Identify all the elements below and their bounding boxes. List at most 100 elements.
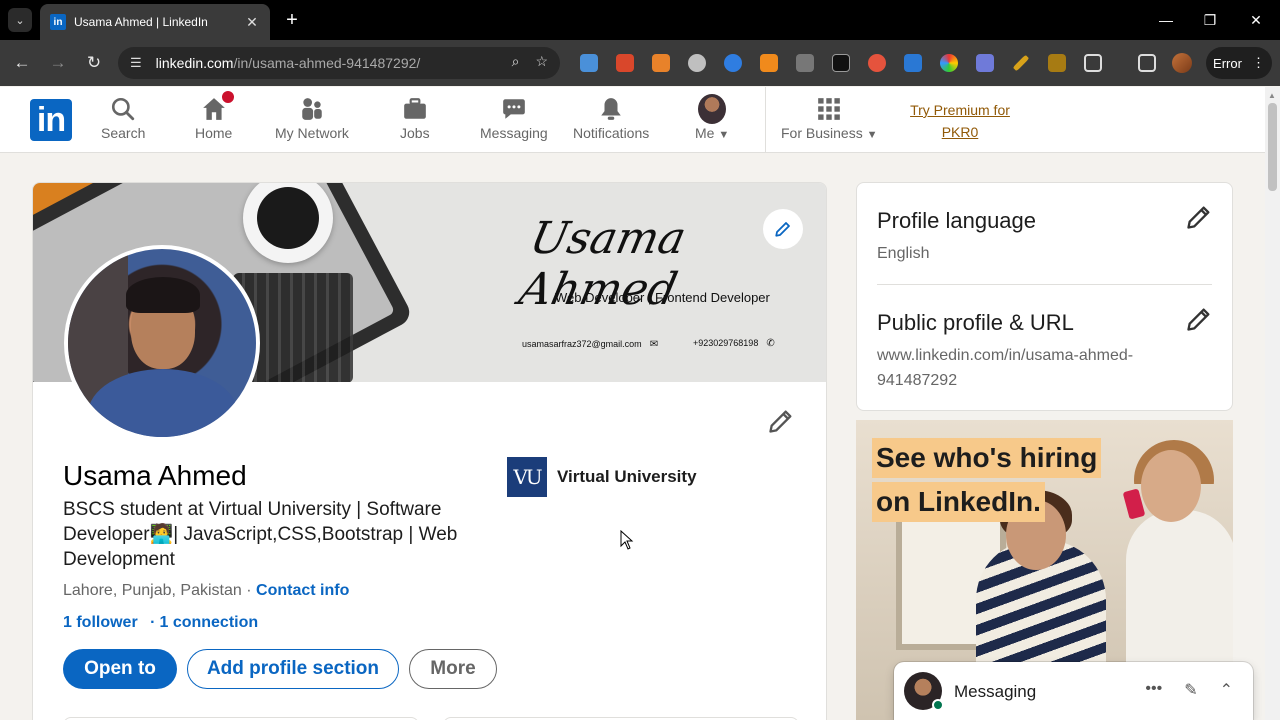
nav-jobs[interactable]: Jobs: [400, 95, 430, 141]
followers-link[interactable]: 1 follower: [63, 614, 138, 631]
messaging-overlay[interactable]: Messaging ••• ✎ ⌃: [894, 662, 1253, 720]
banner-signature: Usama Ahmed: [514, 213, 691, 315]
error-menu-button[interactable]: Error ⋮: [1206, 47, 1272, 79]
pencil-icon: [1187, 206, 1210, 229]
url-domain: linkedin.com: [155, 55, 234, 71]
pencil-icon: [1187, 308, 1210, 331]
page-scrollbar[interactable]: ▲: [1265, 87, 1280, 720]
extension-shield-icon[interactable]: [904, 54, 922, 72]
edit-language-button[interactable]: [1185, 203, 1213, 236]
linkedin-global-nav: in Search Home My Network Jobs Messaging: [0, 87, 1265, 153]
side-panel-icon[interactable]: [1138, 54, 1156, 72]
contact-info-link[interactable]: Contact info: [256, 582, 349, 599]
banner-role: Web Developer | Frontend Developer: [555, 290, 770, 305]
extension-8-icon[interactable]: [832, 54, 850, 72]
nav-my-network-label: My Network: [275, 125, 349, 141]
browser-tab-bar: ⌄ in Usama Ahmed | LinkedIn ✕ + — ❐ ✕: [0, 0, 1280, 40]
close-tab-icon[interactable]: ✕: [244, 14, 260, 31]
virtual-university-logo: VU: [507, 457, 547, 497]
extension-2-icon[interactable]: [616, 54, 634, 72]
browser-profile-avatar[interactable]: [1172, 53, 1192, 73]
network-row: 1 follower · 1 connection: [63, 614, 258, 632]
nav-notifications[interactable]: Notifications: [573, 95, 649, 141]
chevron-up-icon[interactable]: ⌃: [1220, 680, 1233, 700]
public-profile-url: www.linkedin.com/in/usama-ahmed-94148729…: [877, 347, 1134, 389]
site-info-icon[interactable]: ☰: [130, 55, 142, 71]
extension-9-icon[interactable]: [868, 54, 886, 72]
reload-icon[interactable]: ↻: [82, 51, 106, 75]
url-path: /in/usama-ahmed-941487292/: [233, 55, 421, 71]
profile-top-card: Usama Ahmed Web Developer | Frontend Dev…: [32, 182, 827, 720]
compose-icon[interactable]: ✎: [1184, 680, 1197, 700]
back-arrow-icon[interactable]: ←: [10, 51, 34, 75]
banner-email: usamasarfraz372@gmail.com ✉: [522, 339, 659, 350]
grid-apps-icon: [815, 95, 843, 123]
ad-line-1: See who's hiring: [872, 438, 1102, 478]
pencil-icon: [775, 222, 790, 237]
more-vertical-icon: ⋮: [1251, 55, 1265, 70]
nav-for-business[interactable]: For Business ▼: [781, 95, 877, 141]
notification-badge: [219, 89, 236, 105]
profile-language-value: English: [877, 245, 930, 262]
extension-1-icon[interactable]: [580, 54, 598, 72]
caret-down-icon: ▼: [866, 129, 878, 141]
extension-3-icon[interactable]: [652, 54, 670, 72]
mouse-cursor-icon: [620, 530, 634, 550]
premium-line-2: PKR0: [941, 124, 979, 140]
close-window-icon[interactable]: ✕: [1246, 8, 1266, 32]
browser-tab-active[interactable]: in Usama Ahmed | LinkedIn ✕: [40, 4, 270, 40]
phone-icon: ✆: [766, 338, 775, 349]
edit-banner-button[interactable]: [763, 209, 803, 249]
profile-settings-card: Profile language English Public profile …: [856, 182, 1233, 411]
extension-12-icon[interactable]: [976, 54, 994, 72]
edit-intro-button[interactable]: [767, 407, 795, 440]
nav-divider: [765, 87, 766, 153]
banner-phone: +923029768198 ✆: [693, 338, 775, 349]
new-tab-button[interactable]: +: [282, 8, 302, 32]
restore-window-icon[interactable]: ❐: [1200, 8, 1220, 32]
linkedin-favicon-icon: in: [50, 14, 66, 30]
nav-messaging[interactable]: Messaging: [480, 95, 548, 141]
minimize-window-icon[interactable]: —: [1156, 8, 1176, 32]
nav-me[interactable]: Me ▼: [695, 94, 729, 141]
nav-search-label: Search: [101, 125, 146, 141]
zoom-icon[interactable]: ⌕: [512, 53, 520, 70]
open-to-button[interactable]: Open to: [63, 649, 177, 689]
profile-photo[interactable]: [64, 245, 260, 441]
tab-search-chevron-icon[interactable]: ⌄: [8, 8, 32, 32]
extension-4-icon[interactable]: [688, 54, 706, 72]
nav-my-network[interactable]: My Network: [275, 95, 349, 141]
linkedin-logo-icon[interactable]: in: [30, 99, 72, 141]
ad-headline: See who's hiring on LinkedIn.: [872, 438, 1102, 526]
nav-messaging-label: Messaging: [480, 125, 548, 141]
more-horizontal-icon[interactable]: •••: [1145, 680, 1162, 700]
forward-arrow-icon[interactable]: →: [46, 51, 70, 75]
nav-search[interactable]: Search: [101, 95, 145, 141]
chat-bubble-icon: [500, 95, 528, 123]
nav-home-label: Home: [195, 125, 233, 141]
connections-link[interactable]: 1 connection: [159, 614, 258, 631]
search-icon: [109, 95, 137, 123]
nav-notifications-label: Notifications: [573, 125, 650, 141]
education-entry[interactable]: VU Virtual University: [507, 457, 697, 497]
extension-js-icon[interactable]: [760, 54, 778, 72]
scroll-up-arrow-icon[interactable]: ▲: [1268, 91, 1276, 100]
bell-icon: [597, 95, 625, 123]
extensions-puzzle-icon[interactable]: [1084, 54, 1102, 72]
extension-color-icon[interactable]: [940, 54, 958, 72]
bookmark-star-icon[interactable]: ☆: [535, 53, 548, 70]
add-profile-section-button[interactable]: Add profile section: [187, 649, 399, 689]
profile-actions: Open to Add profile section More: [63, 649, 497, 689]
more-button[interactable]: More: [409, 649, 497, 689]
extension-5-icon[interactable]: [724, 54, 742, 72]
extension-download-icon[interactable]: [1048, 54, 1066, 72]
nav-home[interactable]: Home: [195, 89, 236, 141]
scrollbar-thumb[interactable]: [1268, 103, 1277, 191]
extension-expand-icon[interactable]: [796, 54, 814, 72]
extension-pen-icon[interactable]: [1012, 54, 1030, 72]
edit-public-url-button[interactable]: [1185, 305, 1213, 338]
separator-dot: ·: [241, 582, 257, 599]
pencil-icon: [769, 410, 792, 433]
try-premium-link[interactable]: Try Premium for PKR0: [900, 99, 1020, 143]
address-bar[interactable]: ☰ linkedin.com/in/usama-ahmed-941487292/…: [118, 47, 560, 79]
